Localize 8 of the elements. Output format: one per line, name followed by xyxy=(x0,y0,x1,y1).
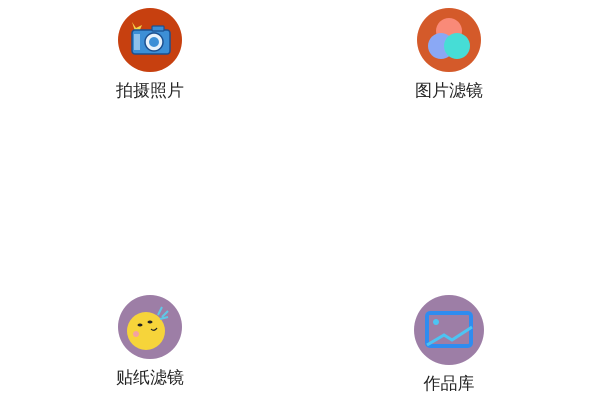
menu-tile[interactable]: 贴纸滤镜 xyxy=(116,295,184,394)
menu-tile[interactable]: 拍摄照片 xyxy=(116,8,184,101)
camera-icon xyxy=(118,8,182,72)
picture-icon xyxy=(414,295,484,365)
menu-tile[interactable]: 作品库 xyxy=(414,295,484,394)
filter-icon xyxy=(417,8,481,72)
smiley-icon xyxy=(118,295,182,359)
menu-tile[interactable]: 图片滤镜 xyxy=(415,8,483,101)
